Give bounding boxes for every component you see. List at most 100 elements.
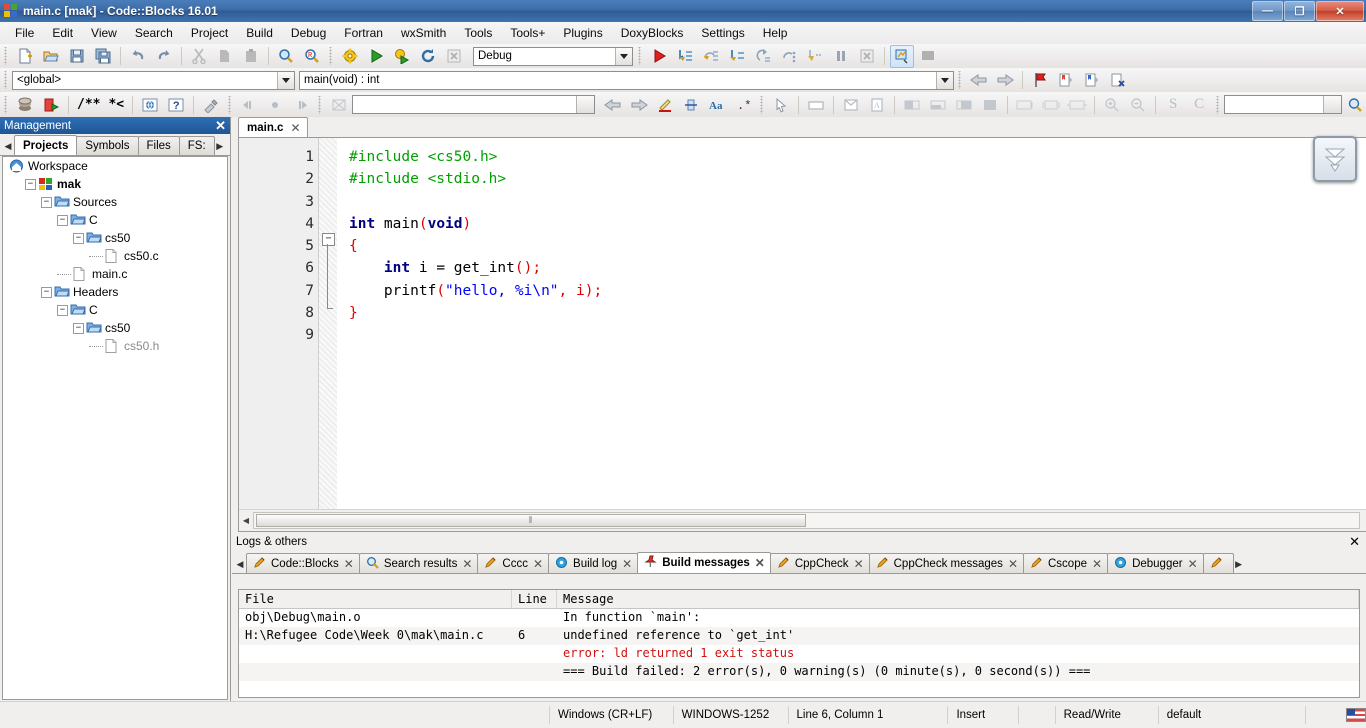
goto-changed-icon[interactable] [263,93,287,116]
chevron-down-icon[interactable] [576,96,595,113]
menu-item-view[interactable]: View [82,23,126,43]
menu-item-tools[interactable]: Tools [455,23,501,43]
chevron-down-icon[interactable] [936,71,953,89]
menu-item-doxyblocks[interactable]: DoxyBlocks [612,23,693,43]
run-icon[interactable] [364,45,388,68]
stretch-icon[interactable] [1065,93,1089,116]
zoom-out-icon[interactable] [1126,93,1150,116]
close-icon[interactable]: ✕ [290,121,300,135]
previous-bookmark-icon[interactable] [1080,69,1104,92]
next-bookmark-icon[interactable] [1054,69,1078,92]
scope-combo[interactable]: <global> [12,70,295,90]
menu-item-wxsmith[interactable]: wxSmith [392,23,455,43]
fold-margin[interactable]: − [319,138,337,509]
project-tree[interactable]: Workspace − mak − Sources − C − cs50 cs50.c main.c… [2,156,228,700]
doxygen-comment-icon[interactable]: /** [74,93,103,116]
menu-item-project[interactable]: Project [182,23,237,43]
logs-tab-debugger[interactable]: Debugger ✕ [1107,553,1204,573]
tree-item-headers[interactable]: − Headers [3,283,227,301]
logs-tab-cscope[interactable]: Cscope ✕ [1023,553,1109,573]
build-messages-table[interactable]: File Line Message obj\Debug\main.o In funct… [238,589,1360,698]
column-header[interactable]: Message [557,590,1359,608]
scope-letter-s-icon[interactable]: S [1161,93,1185,116]
doxyblocks-config-icon[interactable] [199,93,223,116]
hscroll-track[interactable]: ⦀ [253,512,1360,529]
save-icon[interactable] [65,45,89,68]
menu-item-file[interactable]: File [6,23,43,43]
various-info-icon[interactable] [916,45,940,68]
column-header[interactable]: Line [512,590,557,608]
tree-expander-icon[interactable]: − [57,214,68,226]
chevron-down-icon[interactable] [277,71,294,89]
logs-tab-build-messages[interactable]: Build messages ✕ [637,552,771,573]
step-into-icon[interactable] [673,45,697,68]
close-icon[interactable]: ✕ [622,557,632,571]
fortran-grip[interactable] [227,95,234,114]
align-left-icon[interactable] [900,93,924,116]
align-fill-icon[interactable] [978,93,1002,116]
debugging-windows-icon[interactable] [890,44,914,68]
search-grip[interactable] [317,95,324,114]
doxywizard-icon[interactable]: ? [164,93,188,116]
logs-tab-search-results[interactable]: Search results ✕ [358,553,479,573]
scroll-down-icon[interactable] [1313,136,1357,182]
scope-letter-c-icon[interactable]: C [1187,93,1211,116]
table-row[interactable]: === Build failed: 2 error(s), 0 warning(… [239,663,1359,681]
run-to-cursor-icon[interactable] [803,45,827,68]
chevron-down-icon[interactable] [1323,96,1342,113]
cscope-search-input[interactable] [1224,95,1343,114]
function-combo[interactable]: main(void) : int [299,70,954,90]
tree-expander-icon[interactable]: − [41,286,52,298]
zoom-in-icon[interactable] [1100,93,1124,116]
tree-item-cs50-h[interactable]: cs50.h [3,337,227,355]
doxyblocks-icon[interactable] [13,93,37,116]
next-changed-icon[interactable] [289,93,313,116]
toolbar-grip[interactable] [3,47,9,65]
debug-continue-icon[interactable] [647,45,671,68]
tabs-scroll-left[interactable]: ◀ [2,138,14,155]
rebuild-icon[interactable] [416,45,440,68]
open-file-icon[interactable] [39,45,63,68]
chevron-down-icon[interactable] [615,47,632,65]
save-all-icon[interactable] [91,45,115,68]
run-html-help-icon[interactable] [138,93,162,116]
tree-item-cs50-c[interactable]: cs50.c [3,247,227,265]
insert-icon[interactable] [679,93,703,116]
menu-item-build[interactable]: Build [237,23,282,43]
table-row[interactable]: H:\Refugee Code\Week 0\mak\main.c 6 undefi… [239,627,1359,645]
close-icon[interactable]: ✕ [462,557,472,571]
close-icon[interactable]: ✕ [854,557,864,571]
tree-expander-icon[interactable]: − [73,232,84,244]
menu-item-plugins[interactable]: Plugins [554,23,611,43]
close-icon[interactable]: ✕ [755,556,765,570]
panel-icon[interactable] [804,93,828,116]
code-editor[interactable]: 1 2 3 4 5 6 7 8 9 − #include <cs50.h> #include <s… [238,137,1366,532]
build-icon[interactable] [338,45,362,68]
align-right-icon[interactable] [952,93,976,116]
pointer-icon[interactable] [769,93,793,116]
forward-icon[interactable] [627,93,651,116]
close-icon[interactable]: ✕ [215,119,226,132]
redo-icon[interactable] [152,45,176,68]
editor-tab-main-c[interactable]: main.c ✕ [238,117,308,137]
paste-icon[interactable] [239,45,263,68]
tabs-scroll-right[interactable]: ▶ [214,138,226,155]
logs-tab-code-blocks[interactable]: Code::Blocks ✕ [246,553,360,573]
toggle-bookmark-icon[interactable] [1028,69,1052,92]
logs-scroll-right[interactable]: ▶ [1233,556,1245,573]
dialog-icon[interactable] [839,93,863,116]
find-icon[interactable] [274,45,298,68]
frame-icon[interactable]: A [865,93,889,116]
forward-icon[interactable] [993,69,1017,92]
tree-item-workspace[interactable]: Workspace [3,157,227,175]
new-file-icon[interactable] [13,45,37,68]
management-tab-fs-[interactable]: FS: [178,136,215,155]
regex-icon[interactable]: .* [731,93,755,116]
tree-item-cs50[interactable]: − cs50 [3,229,227,247]
shrink-icon[interactable] [1039,93,1063,116]
menu-item-tools-[interactable]: Tools+ [501,23,554,43]
doxyblocks-grip[interactable] [3,95,9,114]
logs-scroll-left[interactable]: ◀ [234,556,246,573]
build-and-run-icon[interactable] [390,45,414,68]
undo-icon[interactable] [126,45,150,68]
